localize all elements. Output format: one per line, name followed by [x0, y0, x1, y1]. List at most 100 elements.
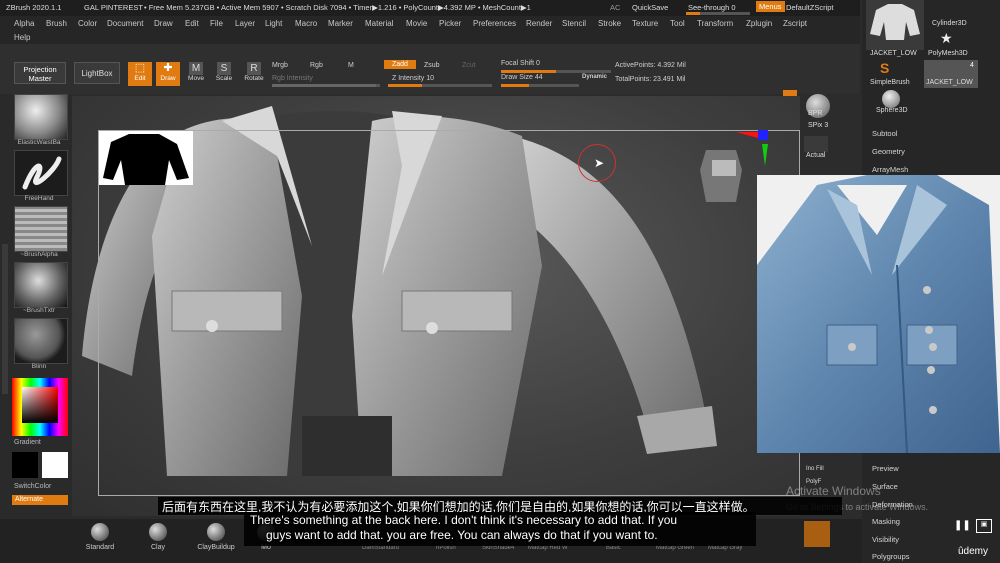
menu-texture[interactable]: Texture	[632, 19, 658, 28]
brush-thumbnail[interactable]	[14, 94, 68, 140]
stroke-name: FreeHand	[24, 195, 54, 202]
lightbox-button[interactable]: LightBox	[74, 62, 120, 84]
menu-zplugin[interactable]: Zplugin	[746, 19, 772, 28]
menu-macro[interactable]: Macro	[295, 19, 317, 28]
zcut-button[interactable]: Zcut	[462, 62, 476, 69]
app-title: ZBrush 2020.1.1	[6, 3, 62, 12]
menu-document[interactable]: Document	[107, 19, 143, 28]
menus-toggle[interactable]: Menus	[756, 1, 785, 12]
rotate-mode-button[interactable]: R Rotate	[240, 62, 268, 86]
mrgb-button[interactable]: Mrgb	[272, 62, 288, 69]
projection-master-button[interactable]: Projection Master	[14, 62, 66, 84]
brush-name: ElasticWaistBa	[17, 139, 61, 146]
menu-alpha[interactable]: Alpha	[14, 19, 34, 28]
document-canvas[interactable]: ➤	[72, 96, 800, 516]
tray-arraymesh[interactable]: ArrayMesh	[872, 165, 908, 174]
menu-material[interactable]: Material	[365, 19, 393, 28]
edit-icon: ⬚	[134, 62, 146, 74]
fullscreen-icon[interactable]: ▣	[976, 519, 992, 533]
memory-stats: • Free Mem 5.237GB • Active Mem 5907 • S…	[144, 3, 531, 12]
default-zscript-button[interactable]: DefaultZScript	[786, 3, 834, 12]
menu-layer[interactable]: Layer	[235, 19, 255, 28]
menu-help[interactable]: Help	[14, 33, 30, 42]
main-color-swatch[interactable]	[12, 452, 38, 478]
tray-polygroups[interactable]: Polygroups	[872, 552, 910, 561]
menu-file[interactable]: File	[210, 19, 223, 28]
z-intensity-slider[interactable]	[388, 84, 492, 87]
tray-geometry[interactable]: Geometry	[872, 147, 905, 156]
move-mode-button[interactable]: M Move	[184, 62, 208, 86]
actual-button[interactable]: Actual	[806, 152, 825, 159]
inifill-button[interactable]: Ino Fill	[806, 466, 824, 472]
stroke-thumbnail[interactable]	[14, 150, 68, 196]
tray-masking[interactable]: Masking	[872, 517, 900, 526]
menu-picker[interactable]: Picker	[439, 19, 461, 28]
active-points-readout: ActivePoints: 4.392 Mil	[615, 62, 686, 69]
sphere3d-label[interactable]: Sphere3D	[876, 107, 908, 114]
tray-preview[interactable]: Preview	[872, 464, 899, 473]
scale-mode-button[interactable]: S Scale	[212, 62, 236, 86]
switchcolor-button[interactable]: SwitchColor	[14, 483, 51, 490]
tray-visibility[interactable]: Visibility	[872, 535, 899, 544]
see-through-track[interactable]	[686, 12, 750, 15]
tray-subtool[interactable]: Subtool	[872, 129, 897, 138]
zadd-button[interactable]: Zadd	[384, 60, 416, 69]
dynamic-toggle[interactable]: Dynamic	[582, 74, 607, 80]
scale-label: Scale	[215, 75, 233, 82]
alpha-thumbnail[interactable]	[14, 206, 68, 252]
jacket-thumb-icon	[870, 4, 920, 40]
standard-brush-icon	[91, 523, 109, 541]
draw-size-slider[interactable]	[501, 84, 579, 87]
m-button[interactable]: M	[348, 62, 354, 69]
see-through-slider[interactable]: See-through 0	[688, 3, 736, 12]
menu-brush[interactable]: Brush	[46, 19, 67, 28]
actual-icon	[804, 136, 828, 152]
quicksave-button[interactable]: QuickSave	[632, 3, 668, 12]
edit-mode-button[interactable]: ⬚ Edit	[128, 62, 152, 86]
frame-border	[98, 130, 800, 496]
menu-tool[interactable]: Tool	[670, 19, 685, 28]
cylinder3d-label[interactable]: Cylinder3D	[932, 20, 967, 27]
top-toolbar: Projection Master LightBox ⬚ Edit ✚ Draw…	[0, 44, 860, 96]
sphere-icon	[882, 90, 900, 108]
brush-claybuildup[interactable]: ClayBuildup	[192, 523, 240, 551]
subtool-count: 4	[970, 62, 974, 69]
rgb-intensity-slider[interactable]	[272, 84, 380, 87]
material-thumbnail[interactable]	[14, 318, 68, 364]
zsub-button[interactable]: Zsub	[424, 62, 440, 69]
rgb-button[interactable]: Rgb	[310, 62, 323, 69]
menu-render[interactable]: Render	[526, 19, 552, 28]
secondary-color-swatch[interactable]	[42, 452, 68, 478]
simplebrush-label[interactable]: SimpleBrush	[870, 79, 910, 86]
menu-transform[interactable]: Transform	[697, 19, 733, 28]
activate-windows-title: Activate Windows	[786, 484, 881, 498]
pause-icon[interactable]: ❚❚	[954, 520, 971, 532]
polymesh3d-label[interactable]: PolyMesh3D	[928, 50, 968, 57]
spix-setting[interactable]: SPix 3	[808, 122, 828, 129]
material-swatch[interactable]	[804, 521, 830, 547]
color-picker[interactable]	[12, 378, 68, 436]
menu-movie[interactable]: Movie	[406, 19, 427, 28]
menu-marker[interactable]: Marker	[328, 19, 353, 28]
menu-light[interactable]: Light	[265, 19, 282, 28]
focal-shift-slider[interactable]	[501, 70, 611, 73]
menu-edit[interactable]: Edit	[185, 19, 199, 28]
menu-stroke[interactable]: Stroke	[598, 19, 621, 28]
edit-label: Edit	[134, 75, 146, 82]
move-icon: M	[189, 62, 203, 75]
menu-draw[interactable]: Draw	[154, 19, 173, 28]
brush-clay[interactable]: Clay	[136, 523, 180, 551]
menu-preferences[interactable]: Preferences	[473, 19, 516, 28]
menu-stencil[interactable]: Stencil	[562, 19, 586, 28]
alternate-button[interactable]: Alternate	[12, 495, 68, 505]
reference-photo	[757, 175, 1000, 453]
draw-mode-button[interactable]: ✚ Draw	[156, 62, 180, 86]
left-shelf-scrollbar[interactable]	[2, 244, 8, 394]
jacket-low-thumbnail[interactable]	[866, 0, 924, 50]
clay-brush-icon	[149, 523, 167, 541]
bpr-button[interactable]: BPR	[808, 110, 822, 117]
brush-standard[interactable]: Standard	[78, 523, 122, 551]
menu-zscript[interactable]: Zscript	[783, 19, 807, 28]
texture-thumbnail[interactable]	[14, 262, 68, 308]
menu-color[interactable]: Color	[78, 19, 97, 28]
